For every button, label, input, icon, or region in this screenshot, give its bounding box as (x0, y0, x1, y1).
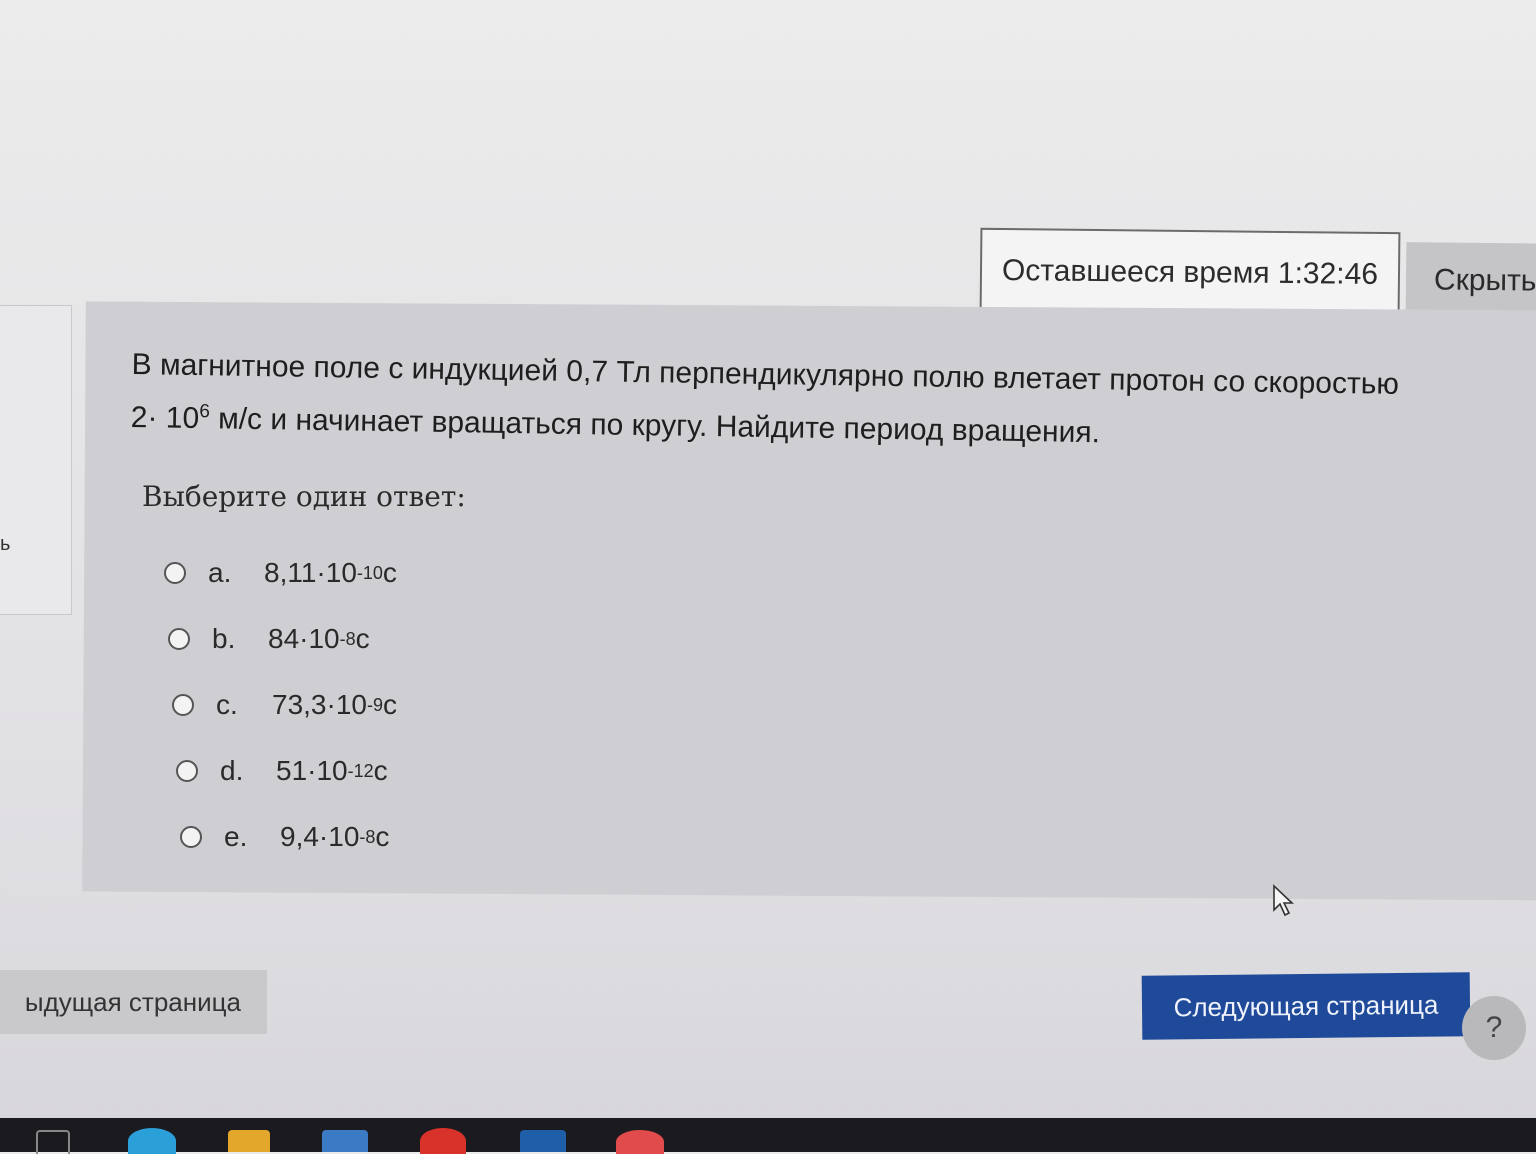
hide-timer-button[interactable]: Скрыть (1405, 242, 1536, 320)
app-icon[interactable] (616, 1130, 664, 1154)
answer-unit: с (373, 755, 388, 786)
speed-exponent: 6 (199, 401, 211, 423)
yandex-browser-icon[interactable] (420, 1128, 466, 1154)
left-sidebar-panel (0, 305, 72, 615)
next-page-button[interactable]: Следующая страница (1141, 972, 1471, 1040)
answer-mantissa: 84·10 (268, 623, 340, 654)
edge-browser-icon[interactable] (128, 1128, 176, 1154)
help-button[interactable]: ? (1462, 996, 1526, 1060)
hide-timer-label: Скрыть (1433, 263, 1536, 298)
store-icon[interactable] (322, 1130, 368, 1152)
question-line-2-rest: м/с и начинает вращаться по кругу. Найди… (209, 402, 1101, 450)
radio-button-d[interactable] (176, 760, 198, 782)
answer-exponent: -12 (347, 760, 374, 781)
answer-exponent: -8 (339, 628, 356, 649)
answer-list: a. 8,11·10 -10 с b. 84·10 -8 с c. 73,3·10-… (164, 540, 397, 870)
radio-button-b[interactable] (168, 628, 190, 650)
speed-value: 2· 10 (130, 400, 200, 436)
help-icon: ? (1485, 1011, 1503, 1044)
answer-mantissa: 73,3·10 (272, 689, 367, 720)
os-taskbar (0, 1118, 1536, 1154)
radio-button-a[interactable] (164, 562, 186, 584)
answer-letter: d. (220, 755, 244, 786)
answer-unit: с (382, 689, 397, 720)
task-view-icon[interactable] (36, 1130, 70, 1154)
answer-option-a[interactable]: a. 8,11·10 -10 с (164, 540, 397, 606)
answer-option-c[interactable]: c. 73,3·10 -9 с (172, 672, 405, 738)
answer-exponent: -9 (366, 694, 383, 715)
choose-answer-prompt: Выберите один ответ: (142, 480, 466, 513)
answer-letter: a. (208, 557, 232, 588)
answer-unit: с (382, 557, 397, 588)
answer-option-b[interactable]: b. 84·10 -8 с (168, 606, 401, 672)
answer-unit: с (375, 821, 390, 852)
radio-button-c[interactable] (172, 694, 194, 716)
radio-button-e[interactable] (180, 826, 202, 848)
remaining-time-label: Оставшееся время 1:32:46 (1001, 254, 1379, 291)
mouse-cursor-icon (1273, 884, 1295, 917)
answer-mantissa: 51·10 (276, 755, 348, 786)
answer-exponent: -8 (359, 826, 376, 847)
answer-option-e[interactable]: e. 9,4·10 -8 с (180, 804, 413, 870)
mail-app-icon[interactable] (520, 1130, 566, 1152)
answer-letter: e. (224, 821, 248, 852)
answer-letter: b. (212, 623, 236, 654)
sidebar-partial-text: ь (0, 533, 11, 555)
answer-mantissa: 8,11·10 (264, 557, 357, 588)
answer-exponent: -10 (356, 562, 383, 583)
previous-page-button[interactable]: ыдущая страница (0, 970, 267, 1034)
answer-option-d[interactable]: d. 51·10 -12 с (176, 738, 409, 804)
next-page-label: Следующая страница (1173, 989, 1439, 1022)
remaining-time-box: Оставшееся время 1:32:46 (979, 227, 1401, 319)
answer-letter: c. (216, 689, 238, 720)
answer-unit: с (355, 623, 370, 654)
file-explorer-icon[interactable] (228, 1130, 270, 1152)
previous-page-label: ыдущая страница (24, 986, 241, 1017)
question-text: В магнитное поле с индукцией 0,7 Тл перп… (130, 342, 1471, 462)
answer-mantissa: 9,4·10 (280, 821, 360, 852)
